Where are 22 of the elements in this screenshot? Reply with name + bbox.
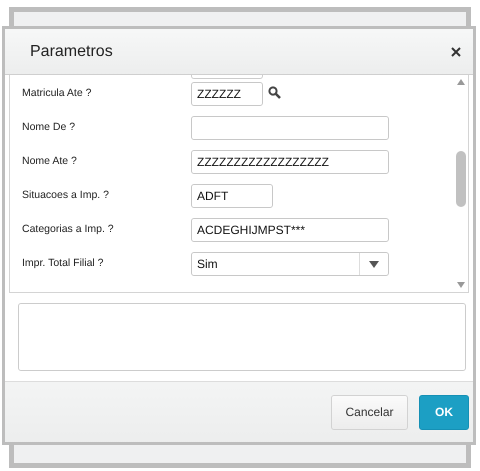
field-label: Matricula Ate ? — [22, 86, 92, 99]
input-field[interactable]: ZZZZZZZZZZZZZZZZZZ — [191, 150, 389, 174]
cancel-button[interactable]: Cancelar — [331, 394, 408, 430]
close-icon[interactable] — [451, 46, 461, 56]
input-field[interactable]: ADFT — [191, 184, 273, 208]
dropdown[interactable]: Sim — [191, 252, 389, 276]
scrollbar-thumb[interactable] — [456, 151, 466, 207]
input-field[interactable]: ZZZZZZ — [191, 82, 263, 106]
caret-icon[interactable] — [369, 260, 379, 268]
field-label: Categorias a Imp. ? — [22, 222, 115, 235]
search-icon[interactable] — [268, 86, 281, 99]
scroll-up-icon[interactable] — [457, 79, 465, 85]
field-label: Situacoes a Imp. ? — [22, 188, 110, 201]
input-field[interactable]: ACDEGHIJMPST*** — [191, 218, 389, 242]
field-label: Nome De ? — [22, 120, 76, 133]
input-field[interactable] — [191, 116, 389, 140]
input-field[interactable] — [191, 75, 263, 79]
field-label: Impr. Total Filial ? — [22, 256, 105, 269]
field-label: Nome Ate ? — [22, 154, 78, 167]
scroll-down-icon[interactable] — [457, 282, 465, 288]
dialog-title: Parametros — [30, 42, 113, 60]
text-area[interactable] — [18, 303, 466, 371]
